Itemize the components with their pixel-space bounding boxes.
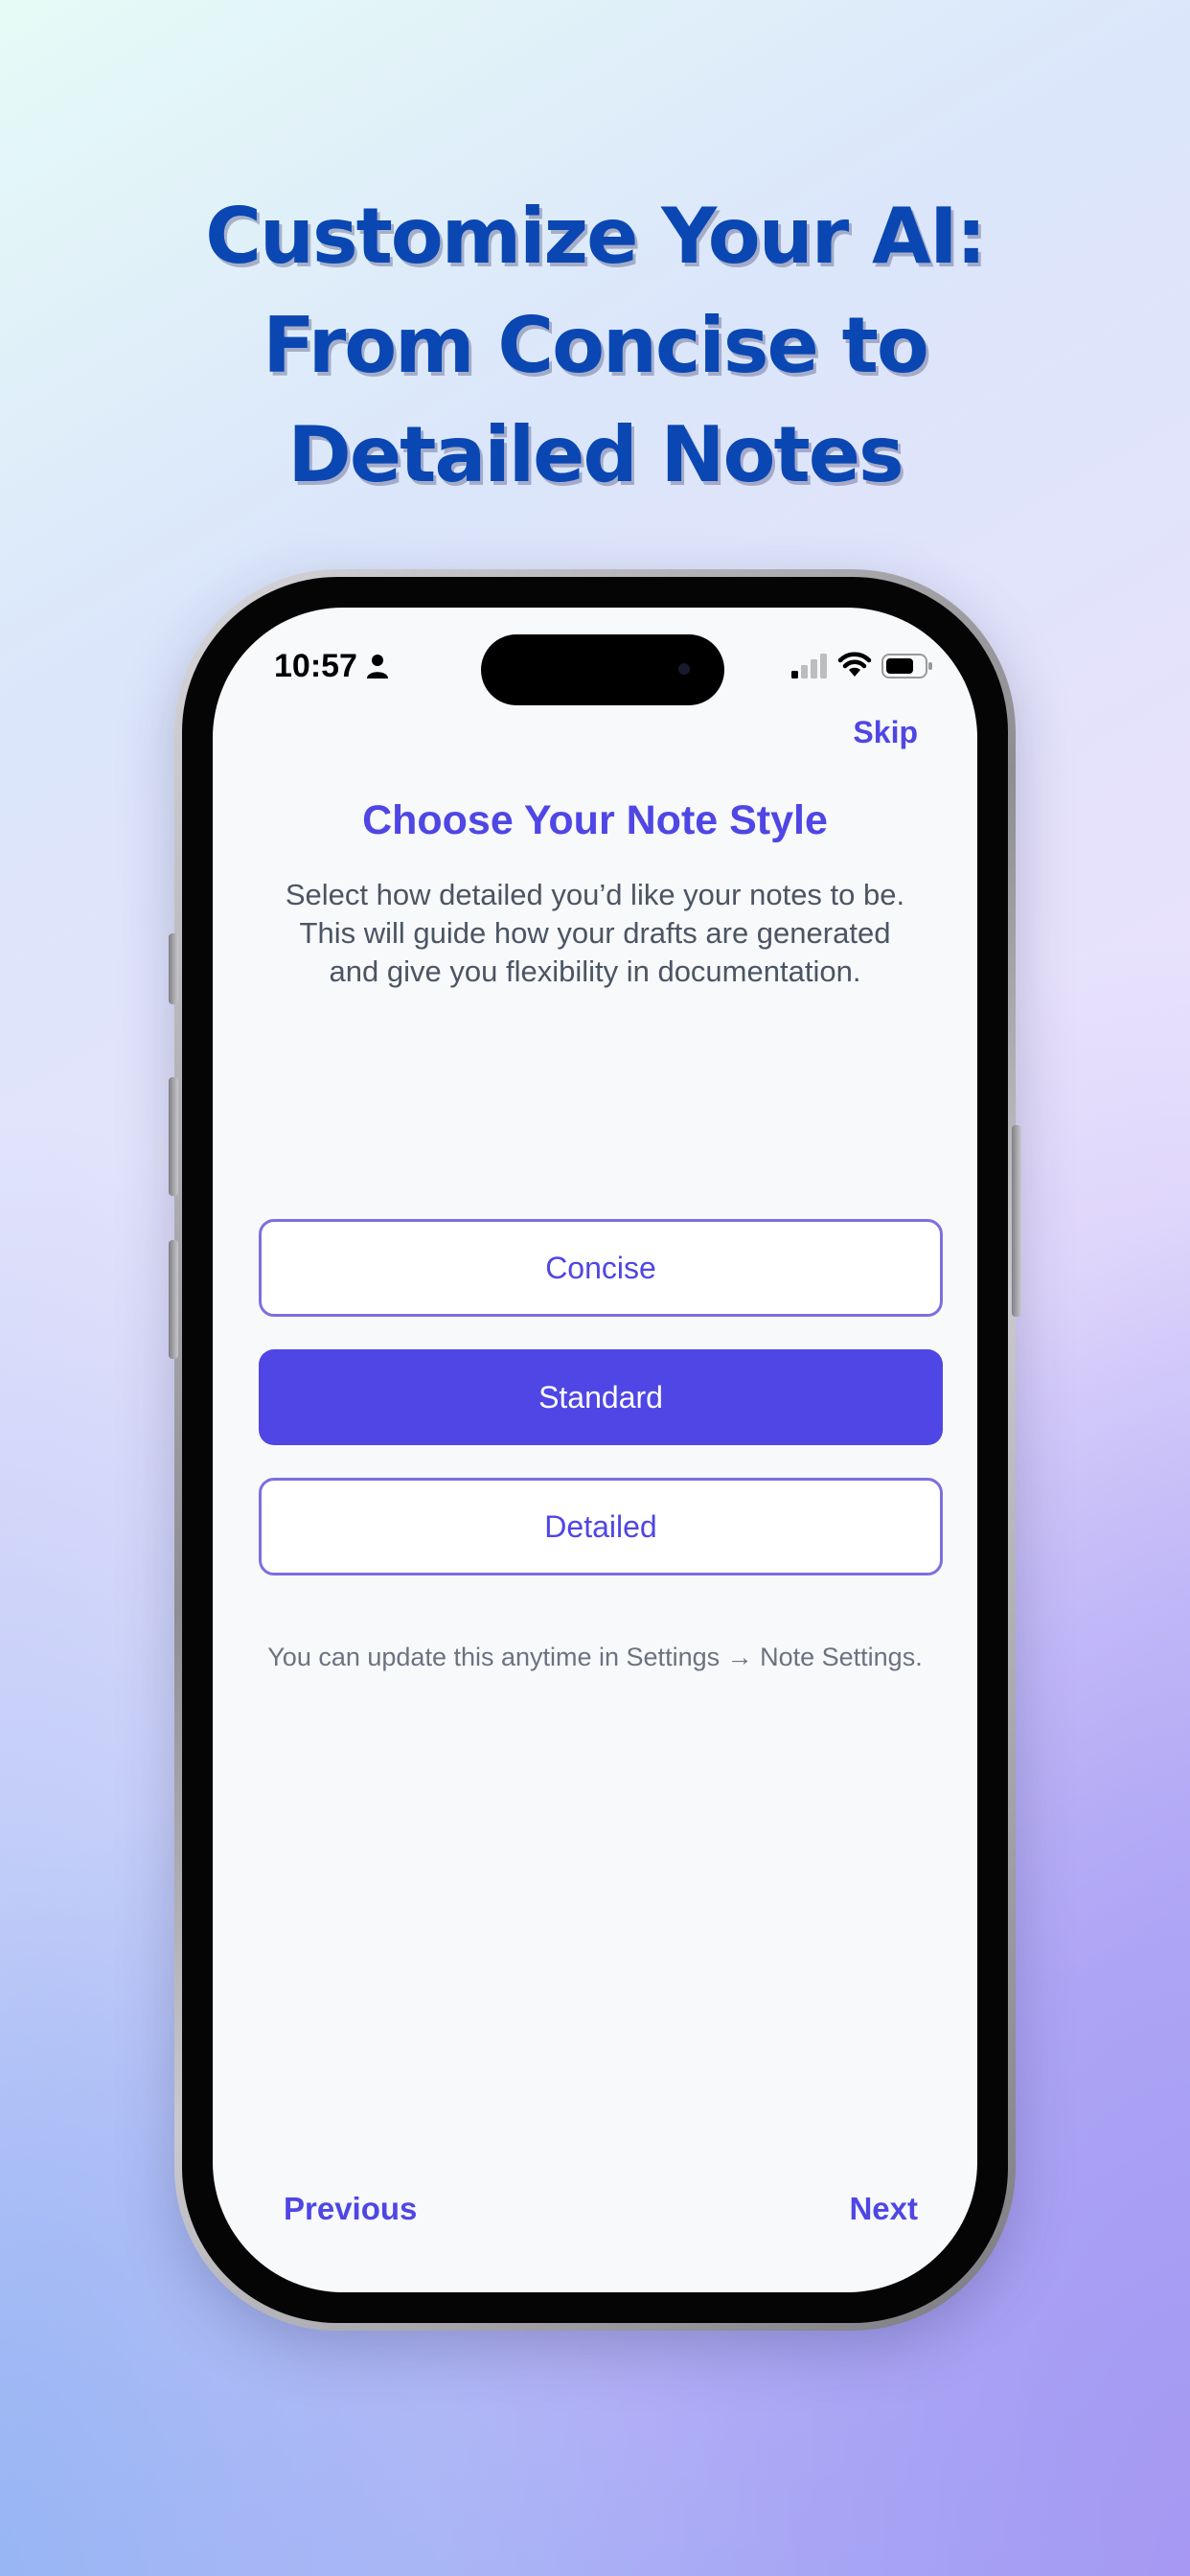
wifi-icon	[837, 652, 872, 677]
power-button	[1012, 1125, 1021, 1317]
marketing-headline: Customize Your AI: From Concise to Detai…	[96, 182, 1094, 510]
description-line: Select how detailed you’d like your note…	[285, 878, 905, 911]
person-icon	[367, 655, 388, 678]
headline-line-1: Customize Your AI:	[205, 192, 986, 281]
description-text: Select how detailed you’d like your note…	[251, 876, 939, 991]
battery-icon	[881, 654, 932, 678]
previous-button[interactable]: Previous	[284, 2191, 417, 2227]
skip-button[interactable]: Skip	[853, 715, 918, 750]
dynamic-island	[481, 634, 724, 705]
settings-hint: You can update this anytime in Settings …	[267, 1643, 923, 1671]
next-button[interactable]: Next	[849, 2191, 918, 2227]
option-detailed-button[interactable]: Detailed	[259, 1478, 943, 1576]
volume-up-button	[169, 1077, 178, 1196]
option-standard-button[interactable]: Standard	[259, 1349, 943, 1445]
description-line: This will guide how your drafts are gene…	[299, 916, 891, 950]
signal-icon	[791, 654, 827, 678]
action-button	[169, 933, 178, 1004]
phone-screen: 10:57 Skip Choose Your Note Style Select…	[213, 608, 977, 2292]
page-title: Choose Your Note Style	[362, 797, 828, 843]
option-concise-button[interactable]: Concise	[259, 1219, 943, 1317]
description-line: and give you flexibility in documentatio…	[329, 954, 861, 988]
volume-down-button	[169, 1240, 178, 1359]
phone-frame: 10:57 Skip Choose Your Note Style Select…	[169, 569, 1021, 2331]
headline-line-2: From Concise to	[263, 301, 929, 390]
headline-line-3: Detailed Notes	[287, 410, 904, 499]
phone-bezel: 10:57 Skip Choose Your Note Style Select…	[182, 577, 1008, 2323]
camera-icon	[678, 663, 690, 675]
status-time: 10:57	[274, 648, 357, 684]
